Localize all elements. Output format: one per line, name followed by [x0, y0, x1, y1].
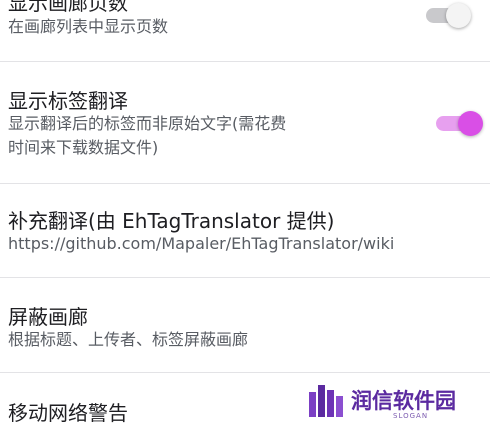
- setting-show-page-count[interactable]: 显示画廊页数 在画廊列表中显示页数: [0, 0, 490, 62]
- setting-title: 显示标签翻译: [8, 89, 128, 113]
- watermark-slogan: SLOGAN: [393, 412, 429, 420]
- setting-description: 在画廊列表中显示页数: [8, 17, 169, 36]
- setting-title: 屏蔽画廊: [8, 305, 88, 329]
- setting-description: 显示翻译后的标签而非原始文字(需花费: [8, 114, 287, 133]
- toggle-thumb: [446, 3, 471, 28]
- watermark-name: 润信软件园: [351, 389, 456, 413]
- setting-description: 时间来下载数据文件): [8, 138, 159, 157]
- setting-description: 根据标题、上传者、标签屏蔽画廊: [8, 330, 249, 349]
- watermark: 润信软件园 SLOGAN: [293, 380, 490, 427]
- setting-link: https://github.com/Mapaler/EhTagTranslat…: [8, 234, 395, 253]
- setting-block-gallery[interactable]: 屏蔽画廊 根据标题、上传者、标签屏蔽画廊: [0, 278, 490, 373]
- setting-supplementary-translation[interactable]: 补充翻译(由 EhTagTranslator 提供) https://githu…: [0, 184, 490, 278]
- setting-title: 移动网络警告: [8, 401, 128, 425]
- setting-show-tag-translation[interactable]: 显示标签翻译 显示翻译后的标签而非原始文字(需花费 时间来下载数据文件): [0, 62, 490, 184]
- setting-title: 补充翻译(由 EhTagTranslator 提供): [8, 209, 335, 233]
- toggle-thumb: [458, 111, 483, 136]
- settings-list: 显示画廊页数 在画廊列表中显示页数 显示标签翻译 显示翻译后的标签而非原始文字(…: [0, 0, 490, 427]
- bar-chart-logo-icon: [309, 385, 343, 417]
- toggle-switch-tag-translation[interactable]: [436, 111, 483, 136]
- setting-title: 显示画廊页数: [8, 0, 128, 15]
- toggle-switch-show-page-count[interactable]: [426, 3, 472, 28]
